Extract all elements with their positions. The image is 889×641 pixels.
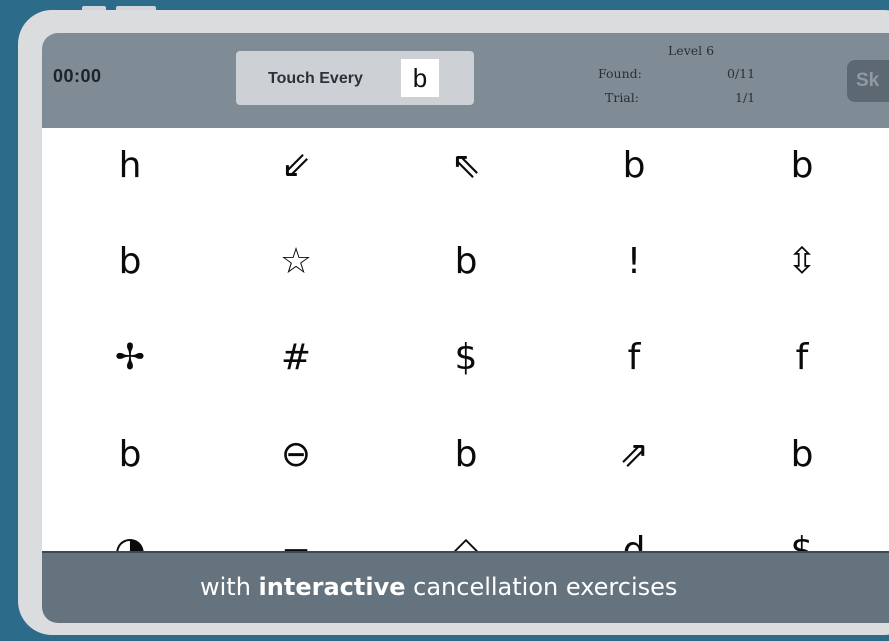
grid-cell[interactable]: ◑	[70, 521, 190, 553]
caption-prefix: with	[200, 573, 259, 601]
target-label: Touch Every	[268, 70, 363, 87]
game-screen: 00:00 Touch Every b Level 6 Found: 0/11 …	[42, 33, 889, 623]
caption-suffix: cancellation exercises	[405, 573, 678, 601]
grid-cell[interactable]: !	[574, 232, 694, 292]
target-prompt: Touch Every b	[236, 51, 474, 105]
game-header: 00:00 Touch Every b Level 6 Found: 0/11 …	[42, 33, 889, 128]
grid-cell[interactable]: h	[70, 136, 190, 196]
grid-cell[interactable]: b	[70, 232, 190, 292]
grid-cell[interactable]: f	[742, 328, 862, 388]
target-symbol: b	[401, 59, 439, 97]
grid-cell[interactable]: ☆	[236, 232, 356, 292]
grid-cell[interactable]: $	[742, 521, 862, 553]
grid-cell[interactable]: f	[574, 328, 694, 388]
grid-cell[interactable]: ✢	[70, 328, 190, 388]
grid-cell[interactable]: ◇	[406, 521, 526, 553]
grid-cell[interactable]: −	[236, 521, 356, 553]
grid-cell[interactable]: ⇗	[574, 425, 694, 485]
found-label: Found:	[598, 66, 642, 81]
grid-cell[interactable]: ⇖	[406, 136, 526, 196]
trial-label: Trial:	[605, 90, 639, 105]
grid-cell[interactable]: b	[70, 425, 190, 485]
grid-cell[interactable]: b	[742, 136, 862, 196]
grid-cell[interactable]: ⇳	[742, 232, 862, 292]
grid-cell[interactable]: b	[406, 232, 526, 292]
grid-cell[interactable]: b	[742, 425, 862, 485]
symbol-grid: h ⇙ ⇖ b b b ☆ b! ⇳ ✢ # $ f f b ⊖ b ⇗ b ◑ − ◇ d $	[42, 128, 889, 553]
grid-cell[interactable]: $	[406, 328, 526, 388]
caption-banner: with interactive cancellation exercises	[42, 551, 889, 623]
found-value: 0/11	[727, 66, 756, 81]
trial-value: 1/1	[735, 90, 756, 105]
grid-cell[interactable]: ⊖	[236, 425, 356, 485]
grid-cell[interactable]: b	[406, 425, 526, 485]
level-label: Level 6	[668, 43, 715, 58]
grid-cell[interactable]: b	[574, 136, 694, 196]
skip-button[interactable]: Sk	[847, 60, 889, 102]
timer: 00:00	[53, 66, 102, 86]
caption-emphasis: interactive	[258, 573, 406, 601]
grid-cell[interactable]: #	[236, 328, 356, 388]
caption-text: with interactive cancellation exercises	[200, 573, 677, 601]
grid-cell[interactable]: d	[574, 521, 694, 553]
grid-cell[interactable]: ⇙	[236, 136, 356, 196]
